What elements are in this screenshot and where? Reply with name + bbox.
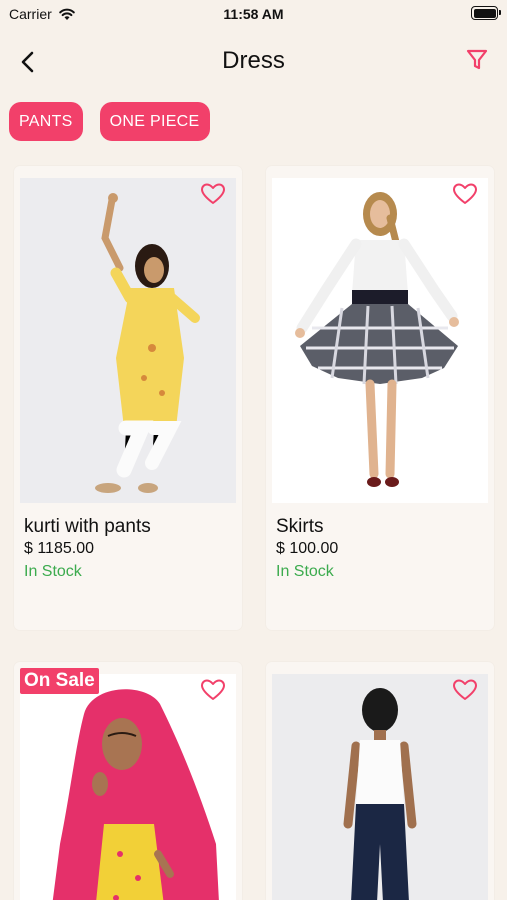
product-name: kurti with pants — [24, 516, 151, 537]
clock: 11:58 AM — [223, 6, 284, 22]
product-card[interactable]: Skirts $ 100.00 In Stock — [266, 166, 494, 630]
favorite-heart-icon[interactable] — [452, 678, 478, 702]
product-price: $ 1185.00 — [24, 540, 94, 557]
product-image — [272, 178, 488, 503]
battery-icon — [471, 6, 501, 20]
stock-status: In Stock — [276, 563, 334, 580]
navigation-bar: Dress — [0, 40, 507, 84]
status-bar: Carrier 11:58 AM — [0, 0, 507, 28]
favorite-heart-icon[interactable] — [200, 678, 226, 702]
product-card[interactable]: On Sale — [14, 662, 242, 900]
product-price: $ 100.00 — [276, 540, 339, 557]
favorite-heart-icon[interactable] — [452, 182, 478, 206]
product-name: Skirts — [276, 516, 324, 537]
favorite-heart-icon[interactable] — [200, 182, 226, 206]
on-sale-badge: On Sale — [20, 668, 99, 694]
product-card[interactable]: kurti with pants $ 1185.00 In Stock — [14, 166, 242, 630]
filter-icon[interactable] — [465, 48, 489, 72]
chip-one-piece[interactable]: ONE PIECE — [99, 102, 210, 141]
stock-status: In Stock — [24, 563, 82, 580]
page-title: Dress — [222, 47, 285, 74]
product-image — [20, 674, 236, 900]
product-card[interactable] — [266, 662, 494, 900]
product-image — [20, 178, 236, 503]
product-image — [272, 674, 488, 900]
chip-pants[interactable]: PANTS — [9, 102, 83, 141]
category-chips: PANTS ONE PIECE — [9, 102, 210, 141]
